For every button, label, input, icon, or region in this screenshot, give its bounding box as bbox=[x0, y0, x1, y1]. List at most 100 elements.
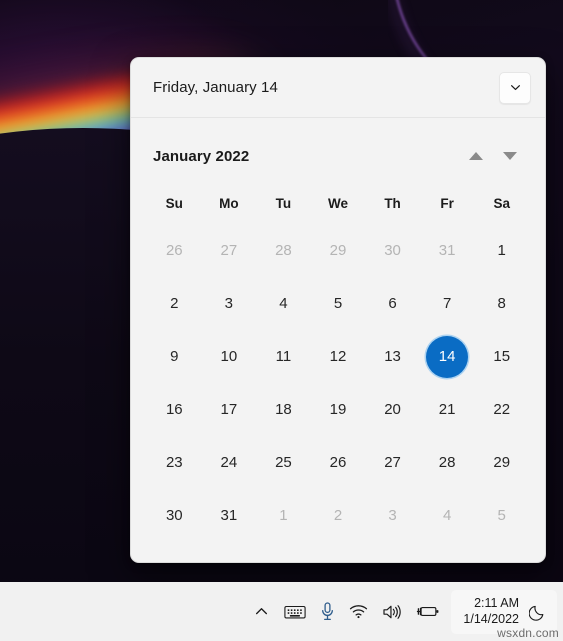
calendar-day[interactable]: 7 bbox=[420, 277, 475, 330]
calendar-day-number: 2 bbox=[333, 507, 343, 524]
calendar-day-number: 26 bbox=[329, 454, 347, 471]
moon-icon[interactable] bbox=[529, 603, 547, 621]
calendar-day[interactable]: 11 bbox=[256, 330, 311, 383]
calendar-day[interactable]: 19 bbox=[311, 383, 366, 436]
calendar-week-row: 30 31 1 2 3 4 5 bbox=[147, 489, 529, 542]
calendar-day[interactable]: 30 bbox=[147, 489, 202, 542]
calendar-day[interactable]: 10 bbox=[202, 330, 257, 383]
calendar-day[interactable]: 5 bbox=[311, 277, 366, 330]
calendar-day[interactable]: 2 bbox=[147, 277, 202, 330]
calendar-day-number: 2 bbox=[170, 295, 179, 312]
calendar-day-number: 9 bbox=[170, 348, 179, 365]
volume-button[interactable] bbox=[375, 592, 409, 632]
calendar-day-number: 17 bbox=[220, 401, 238, 418]
calendar-day-number: 25 bbox=[275, 454, 292, 471]
calendar-day[interactable]: 25 bbox=[256, 436, 311, 489]
calendar-day[interactable]: 31 bbox=[420, 224, 475, 277]
calendar-day-number: 19 bbox=[329, 401, 347, 418]
calendar-day-number: 30 bbox=[165, 507, 183, 524]
calendar-day[interactable]: 1 bbox=[474, 224, 529, 277]
calendar-day[interactable]: 17 bbox=[202, 383, 257, 436]
calendar-day[interactable]: 8 bbox=[474, 277, 529, 330]
volume-icon bbox=[382, 604, 402, 620]
touch-keyboard-button[interactable] bbox=[277, 592, 313, 632]
calendar-day[interactable]: 1 bbox=[256, 489, 311, 542]
calendar-day[interactable]: 31 bbox=[202, 489, 257, 542]
clock-and-date-button[interactable]: 2:11 AM 1/14/2022 bbox=[451, 589, 557, 634]
calendar-day-number: 12 bbox=[329, 348, 347, 365]
day-of-week-sa: Sa bbox=[493, 195, 510, 211]
calendar-day-number: 13 bbox=[384, 348, 401, 365]
calendar-day[interactable]: 6 bbox=[365, 277, 420, 330]
day-of-week-header-row: Su Mo Tu We Th Fr Sa bbox=[147, 182, 529, 224]
calendar-day[interactable]: 27 bbox=[202, 224, 257, 277]
calendar-day[interactable]: 26 bbox=[311, 436, 366, 489]
calendar-day[interactable]: 4 bbox=[420, 489, 475, 542]
calendar-day-number: 28 bbox=[275, 242, 292, 259]
calendar-day[interactable]: 2 bbox=[311, 489, 366, 542]
calendar-day[interactable]: 20 bbox=[365, 383, 420, 436]
calendar-day-number: 1 bbox=[497, 242, 506, 259]
calendar-day[interactable]: 3 bbox=[365, 489, 420, 542]
calendar-grid: Su Mo Tu We Th Fr Sa 26 27 28 29 30 31 1 2 3 4 5 6 7 8 9 10 11… bbox=[131, 182, 545, 542]
calendar-day[interactable]: 29 bbox=[311, 224, 366, 277]
calendar-day-number: 26 bbox=[165, 242, 183, 259]
calendar-day-number: 24 bbox=[220, 454, 238, 471]
day-of-week-tu: Tu bbox=[275, 195, 292, 211]
battery-button[interactable] bbox=[409, 592, 447, 632]
clock-time: 2:11 AM bbox=[474, 595, 519, 610]
calendar-day[interactable]: 29 bbox=[474, 436, 529, 489]
calendar-day-number: 3 bbox=[388, 507, 397, 524]
calendar-day-number: 29 bbox=[493, 454, 511, 471]
calendar-day[interactable]: 4 bbox=[256, 277, 311, 330]
calendar-day[interactable]: 21 bbox=[420, 383, 475, 436]
calendar-day[interactable]: 22 bbox=[474, 383, 529, 436]
day-of-week-mo: Mo bbox=[219, 195, 239, 211]
network-button[interactable] bbox=[342, 592, 375, 632]
calendar-day[interactable]: 23 bbox=[147, 436, 202, 489]
calendar-flyout[interactable]: Friday, January 14 January 2022 Su Mo Tu We… bbox=[130, 57, 546, 563]
calendar-day-number: 5 bbox=[333, 295, 343, 312]
calendar-day[interactable]: 15 bbox=[474, 330, 529, 383]
microphone-button[interactable] bbox=[313, 592, 342, 632]
calendar-day-number: 5 bbox=[497, 507, 506, 524]
calendar-day-selected[interactable]: 14 bbox=[420, 330, 475, 383]
calendar-day[interactable]: 30 bbox=[365, 224, 420, 277]
calendar-day-number: 23 bbox=[165, 454, 183, 471]
chevron-up-icon bbox=[253, 603, 270, 620]
calendar-day[interactable]: 9 bbox=[147, 330, 202, 383]
calendar-week-row: 26 27 28 29 30 31 1 bbox=[147, 224, 529, 277]
calendar-week-row: 23 24 25 26 27 28 29 bbox=[147, 436, 529, 489]
calendar-day[interactable]: 28 bbox=[256, 224, 311, 277]
battery-charging-icon bbox=[416, 604, 440, 619]
calendar-day[interactable]: 28 bbox=[420, 436, 475, 489]
day-of-week-we: We bbox=[327, 195, 348, 211]
next-month-button[interactable] bbox=[493, 141, 527, 171]
screen: Friday, January 14 January 2022 Su Mo Tu We… bbox=[0, 0, 563, 641]
calendar-day[interactable]: 13 bbox=[365, 330, 420, 383]
calendar-day[interactable]: 5 bbox=[474, 489, 529, 542]
previous-month-button[interactable] bbox=[459, 141, 493, 171]
month-navigation-row: January 2022 bbox=[131, 130, 545, 182]
calendar-day-number: 31 bbox=[220, 507, 238, 524]
calendar-day[interactable]: 12 bbox=[311, 330, 366, 383]
taskbar[interactable]: 2:11 AM 1/14/2022 wsxdn.com bbox=[0, 582, 563, 641]
calendar-day-number: 15 bbox=[493, 348, 511, 365]
calendar-day-number: 22 bbox=[493, 401, 511, 418]
calendar-day-number: 8 bbox=[497, 295, 506, 312]
calendar-week-row: 9 10 11 12 13 14 15 bbox=[147, 330, 529, 383]
calendar-day[interactable]: 18 bbox=[256, 383, 311, 436]
expand-collapse-button[interactable] bbox=[499, 71, 531, 104]
calendar-day-number: 27 bbox=[384, 454, 401, 471]
calendar-day[interactable]: 3 bbox=[202, 277, 257, 330]
calendar-day-number: 16 bbox=[165, 401, 183, 418]
month-year-label[interactable]: January 2022 bbox=[153, 148, 459, 165]
triangle-down-icon bbox=[503, 152, 517, 160]
calendar-day[interactable]: 26 bbox=[147, 224, 202, 277]
calendar-day[interactable]: 27 bbox=[365, 436, 420, 489]
calendar-day[interactable]: 16 bbox=[147, 383, 202, 436]
show-hidden-icons-button[interactable] bbox=[246, 592, 277, 632]
calendar-day[interactable]: 24 bbox=[202, 436, 257, 489]
calendar-day-number: 1 bbox=[279, 507, 288, 524]
calendar-day-number: 18 bbox=[275, 401, 292, 418]
